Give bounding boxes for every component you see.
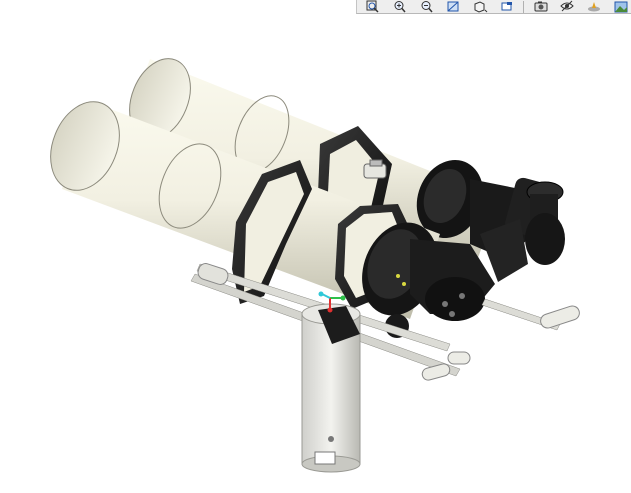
section-view-icon — [501, 2, 512, 11]
zoom-box-icon — [366, 0, 379, 13]
zoom-in-button[interactable] — [390, 0, 411, 13]
hide-show-icon — [560, 0, 574, 12]
scene-icon — [614, 1, 628, 13]
support-post[interactable] — [301, 303, 361, 473]
zoom-box-button[interactable] — [363, 0, 384, 13]
toolbar-separator — [523, 0, 525, 13]
scene-button[interactable] — [610, 0, 631, 13]
hide-show-button[interactable] — [557, 0, 578, 13]
section-view-button[interactable] — [497, 0, 518, 13]
graphics-viewport[interactable] — [0, 14, 631, 493]
zoom-out-button[interactable] — [416, 0, 437, 13]
zoom-out-icon — [421, 1, 433, 13]
view-orientation-icon — [447, 1, 459, 12]
appearance-icon — [587, 2, 600, 12]
display-style-button[interactable] — [470, 0, 491, 13]
view-toolbar — [356, 0, 631, 14]
zoom-in-icon — [394, 1, 406, 13]
binocular-telescope-model[interactable] — [0, 14, 631, 493]
display-style-icon — [474, 1, 488, 13]
appearance-button[interactable] — [584, 0, 605, 13]
view-orientation-button[interactable] — [443, 0, 464, 13]
camera-button[interactable] — [530, 0, 551, 13]
camera-icon — [534, 1, 547, 12]
